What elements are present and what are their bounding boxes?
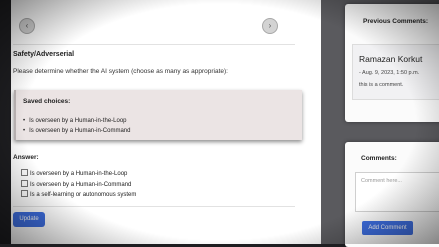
answer-option-label: Is overseen by a Human-in-the-Loop	[30, 171, 128, 177]
previous-comments-title: Previous Comments:	[363, 18, 429, 25]
update-button[interactable]: Update	[13, 212, 45, 227]
answer-option[interactable]: Is a self-learning or autonomous system	[21, 190, 136, 201]
comments-title: Comments:	[361, 155, 397, 162]
checkbox[interactable]	[21, 179, 28, 187]
comment-author: Ramazan Korkut	[359, 54, 423, 64]
divider	[13, 206, 295, 207]
answer-option-label: Is overseen by a Human-in-Command	[30, 181, 132, 188]
comment-textarea[interactable]: Comment here...	[355, 172, 439, 212]
section-title: Safety/Adverserial	[13, 51, 75, 58]
answer-option[interactable]: Is overseen by a Human-in-Command	[21, 179, 136, 191]
saved-choice-item: Is overseen by a Human-in-Command	[23, 126, 130, 136]
checkbox[interactable]	[21, 190, 28, 197]
add-comment-button[interactable]: Add Comment	[362, 221, 413, 235]
comment-date: - Aug. 9, 2023, 1:50 p.m.	[359, 70, 420, 76]
answer-option[interactable]: Is overseen by a Human-in-the-Loop	[21, 169, 136, 180]
answer-title: Answer:	[13, 154, 39, 161]
comment-item: Ramazan Korkut - Aug. 9, 2023, 1:50 p.m.…	[352, 44, 439, 100]
saved-choice-item: Is overseen by a Human-in-the-Loop	[23, 116, 131, 126]
divider	[13, 44, 295, 45]
answer-options: Is overseen by a Human-in-the-Loop Is ov…	[21, 169, 136, 201]
comment-text: this is a comment.	[359, 82, 404, 88]
saved-choices-box: Saved choices: Is overseen by a Human-in…	[14, 90, 302, 140]
saved-choices-list: Is overseen by a Human-in-the-Loop Is ov…	[23, 116, 131, 136]
answer-option-label: Is a self-learning or autonomous system	[30, 192, 137, 198]
saved-choices-title: Saved choices:	[23, 98, 71, 105]
question-prompt: Please determine whether the AI system (…	[13, 68, 228, 75]
chevron-left-icon[interactable]: ‹	[19, 18, 35, 34]
chevron-right-icon[interactable]: ›	[262, 18, 278, 34]
checkbox[interactable]	[21, 169, 28, 176]
